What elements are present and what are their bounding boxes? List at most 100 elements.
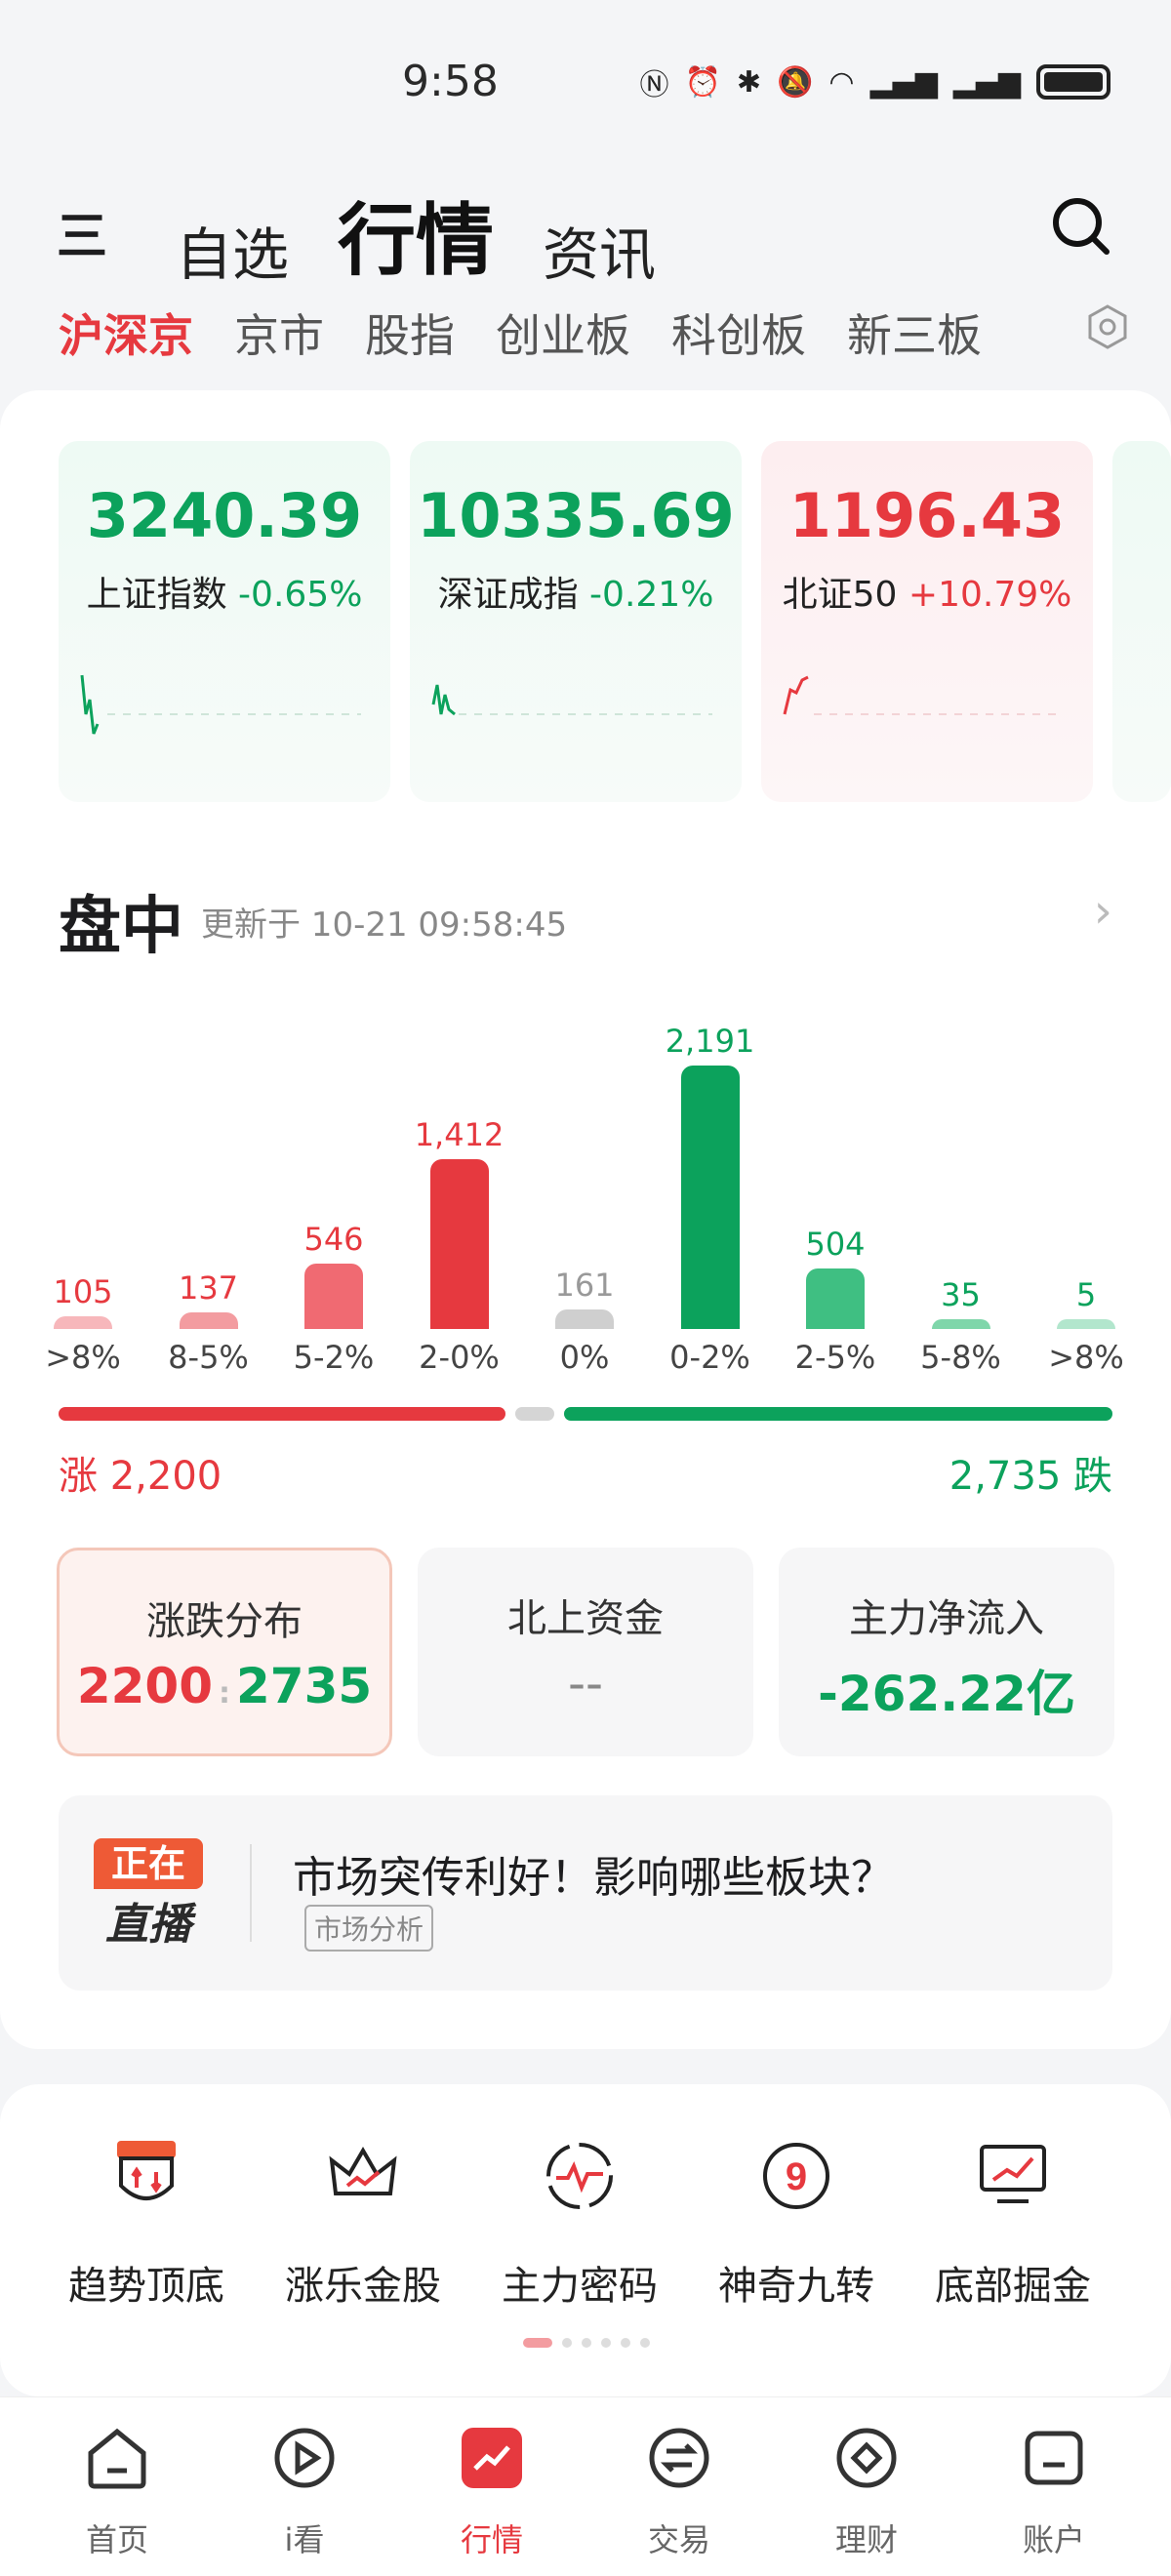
index-card-szse[interactable]: 10335.69 深证成指 -0.21% — [410, 441, 742, 802]
bin-label: 8-5% — [168, 1339, 249, 1376]
tab-news[interactable]: 资讯 — [543, 209, 656, 291]
pager-dots[interactable] — [523, 2338, 650, 2348]
bin-label: 5-2% — [293, 1339, 375, 1376]
bar-value-label: 1,412 — [414, 1115, 505, 1153]
divider — [250, 1844, 252, 1942]
nav-label: 理财 — [834, 2521, 898, 2558]
nav-label: 首页 — [85, 2521, 148, 2558]
live-badge-top: 正在 — [94, 1838, 203, 1889]
tool-label: 底部掘金 — [935, 2264, 1091, 2309]
subtab-hushenjing[interactable]: 沪深京 — [59, 301, 193, 365]
pager-dot[interactable] — [523, 2338, 552, 2348]
svg-text:9: 9 — [786, 2155, 807, 2198]
pager-dot[interactable] — [621, 2338, 630, 2348]
nav-wealth[interactable]: 理财 — [798, 2424, 935, 2560]
nav-trade[interactable]: 交易 — [611, 2424, 747, 2560]
tab-market[interactable]: 行情 — [338, 178, 494, 291]
market-icon — [462, 2428, 522, 2488]
index-card-partial[interactable] — [1112, 441, 1171, 802]
tool-trend-top-bottom[interactable]: 趋势顶底 — [39, 2137, 254, 2311]
crown-icon — [329, 2147, 397, 2195]
stat-down-value: 2735 — [236, 1658, 373, 1714]
pager-dot[interactable] — [582, 2338, 591, 2348]
live-badge-icon: 正在 直播 — [94, 1838, 203, 1950]
menu-icon[interactable]: 三 — [57, 195, 107, 268]
nav-label: 行情 — [460, 2521, 523, 2558]
tool-main-code[interactable]: 主力密码 — [472, 2137, 687, 2311]
index-name: 上证指数 — [86, 575, 227, 615]
tool-golden-stocks[interactable]: 涨乐金股 — [256, 2137, 470, 2311]
nav-home[interactable]: 首页 — [49, 2424, 185, 2560]
stat-value: -262.22亿 — [818, 1666, 1075, 1722]
account-icon — [1025, 2431, 1083, 2485]
status-time: 9:58 — [402, 57, 499, 106]
pulse-icon — [546, 2143, 613, 2209]
up-count: 涨 2,200 — [59, 1454, 222, 1499]
tool-label: 趋势顶底 — [68, 2264, 224, 2309]
index-value: 3240.39 — [86, 480, 363, 551]
distribution-bar — [680, 1066, 740, 1329]
search-icon[interactable] — [1050, 195, 1112, 258]
stat-northbound[interactable]: 北上资金 -- — [418, 1548, 753, 1756]
index-sparkline — [783, 675, 1064, 715]
nav-label: 账户 — [1022, 2521, 1085, 2558]
play-icon — [274, 2428, 335, 2488]
bluetooth-icon: ✱ — [736, 64, 762, 100]
subtab-jingshi[interactable]: 京市 — [234, 301, 324, 365]
settings-icon[interactable] — [1083, 302, 1132, 351]
signal-icon: ▂▄▆ — [952, 64, 1021, 100]
nav-account[interactable]: 账户 — [986, 2424, 1122, 2560]
subtab-star[interactable]: 科创板 — [671, 301, 806, 365]
index-sparkline — [431, 684, 712, 716]
subtab-neeq[interactable]: 新三板 — [847, 301, 982, 365]
index-card-bse50[interactable]: 1196.43 北证50 +10.79% — [761, 441, 1093, 802]
distribution-bar — [179, 1312, 238, 1329]
mute-icon: 🔕 — [777, 64, 814, 100]
live-tag: 市场分析 — [304, 1905, 434, 1952]
pager-dot[interactable] — [640, 2338, 650, 2348]
subtab-index[interactable]: 股指 — [365, 301, 455, 365]
index-name: 深证成指 — [437, 575, 579, 615]
rise-fall-distribution-chart[interactable]: 105 >8% 137 8-5% 546 5-2% 1,412 2-0% 161 0% 2,191 0… — [0, 1015, 1171, 1405]
tab-watchlist[interactable]: 自选 — [176, 209, 289, 291]
live-title: 市场突传利好！影响哪些板块？ — [293, 1853, 894, 1903]
signal-icon: ▂▄▆ — [869, 64, 938, 100]
home-icon — [88, 2428, 146, 2489]
top-tabs: 自选 行情 资讯 — [176, 178, 656, 291]
distribution-bar — [54, 1316, 112, 1329]
bin-label: 5-8% — [920, 1339, 1001, 1376]
bar-value-label: 105 — [53, 1273, 113, 1311]
tool-label: 神奇九转 — [718, 2264, 874, 2309]
section-title: 盘中 — [59, 891, 183, 963]
nav-market[interactable]: 行情 — [424, 2424, 560, 2560]
bar-value-label: 546 — [303, 1220, 364, 1258]
nav-label: i看 — [284, 2521, 325, 2558]
diamond-icon — [836, 2428, 897, 2488]
bar-value-label: 161 — [554, 1267, 615, 1305]
index-change: -0.65% — [238, 575, 363, 615]
stat-title: 涨跌分布 — [146, 1599, 303, 1644]
ratio-bar-up — [59, 1407, 505, 1421]
stat-rise-fall[interactable]: 涨跌分布 2200:2735 — [57, 1548, 392, 1756]
nav-watch[interactable]: i看 — [236, 2424, 373, 2560]
bin-label: 2-5% — [794, 1339, 876, 1376]
index-card-sse[interactable]: 3240.39 上证指数 -0.65% — [59, 441, 390, 802]
chevron-right-icon[interactable]: › — [1094, 884, 1112, 939]
live-banner[interactable]: 正在 直播 市场突传利好！影响哪些板块？ 市场分析 — [59, 1795, 1112, 1991]
live-badge-bottom: 直播 — [105, 1900, 191, 1950]
pager-dot[interactable] — [562, 2338, 572, 2348]
stat-main-inflow[interactable]: 主力净流入 -262.22亿 — [779, 1548, 1114, 1756]
tool-label: 主力密码 — [502, 2264, 658, 2309]
exchange-icon — [649, 2428, 709, 2488]
stat-value: -- — [567, 1655, 604, 1711]
stat-up-value: 2200 — [76, 1658, 213, 1714]
tool-magic-nine[interactable]: 9 神奇九转 — [689, 2137, 904, 2311]
subtab-chinext[interactable]: 创业板 — [496, 301, 630, 365]
pager-dot[interactable] — [601, 2338, 611, 2348]
distribution-bar — [1057, 1319, 1115, 1329]
tool-bottom-gold[interactable]: 底部掘金 — [906, 2137, 1120, 2311]
index-sparkline — [80, 674, 361, 735]
ratio-bar-down — [563, 1407, 1112, 1421]
index-value: 10335.69 — [417, 480, 735, 551]
bin-label: >8% — [45, 1339, 121, 1376]
